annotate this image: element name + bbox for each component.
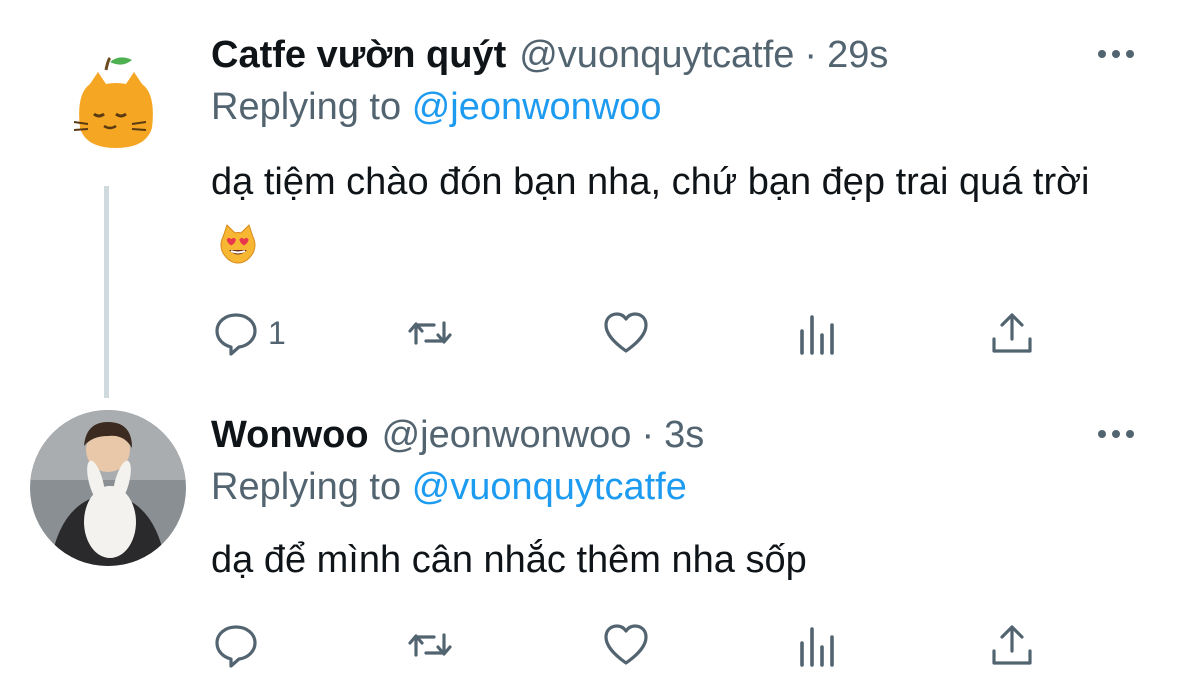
reply-icon xyxy=(215,625,257,668)
reply-icon xyxy=(215,313,257,356)
tweet-wonwoo: Wonwoo @jeonwonwoo · 3s Replying to @vuo… xyxy=(0,0,1179,668)
retweet-icon xyxy=(408,321,452,345)
share-button[interactable] xyxy=(988,308,1036,358)
replying-mention-link[interactable]: @vuonquytcatfe xyxy=(412,466,687,508)
tweet-header: Wonwoo @jeonwonwoo · 3s xyxy=(211,414,704,458)
more-options-button[interactable] xyxy=(1096,424,1136,444)
avatar-wonwoo[interactable] xyxy=(30,410,186,566)
user-handle[interactable]: @jeonwonwoo xyxy=(382,414,632,457)
reply-count: 1 xyxy=(268,314,286,351)
replying-to: Replying to @vuonquytcatfe xyxy=(211,466,687,509)
tweet-text-content: dạ để mình cân nhắc thêm nha sốp xyxy=(211,539,807,581)
retweet-icon xyxy=(408,633,452,657)
tweet-text: dạ để mình cân nhắc thêm nha sốp xyxy=(211,530,1111,590)
display-name[interactable]: Wonwoo xyxy=(211,414,369,457)
like-button[interactable] xyxy=(602,620,650,670)
tweet-actions: 1 xyxy=(0,308,1179,358)
reply-button[interactable] xyxy=(212,620,268,670)
views-icon xyxy=(800,627,834,667)
timestamp[interactable]: 3s xyxy=(664,414,704,457)
more-icon xyxy=(1098,430,1134,438)
like-icon xyxy=(604,624,648,665)
separator-dot: · xyxy=(641,414,655,456)
retweet-button[interactable] xyxy=(406,308,454,358)
user-photo-avatar xyxy=(30,410,186,566)
retweet-button[interactable] xyxy=(406,620,454,670)
reply-button[interactable]: 1 xyxy=(212,308,286,358)
views-button[interactable] xyxy=(796,308,844,358)
share-icon xyxy=(992,625,1032,665)
tweet-actions xyxy=(0,620,1179,670)
replying-prefix: Replying to xyxy=(211,466,402,508)
views-button[interactable] xyxy=(796,620,844,670)
like-icon xyxy=(604,312,648,353)
views-icon xyxy=(800,315,834,355)
share-icon xyxy=(992,313,1032,353)
share-button[interactable] xyxy=(988,620,1036,670)
like-button[interactable] xyxy=(602,308,650,358)
